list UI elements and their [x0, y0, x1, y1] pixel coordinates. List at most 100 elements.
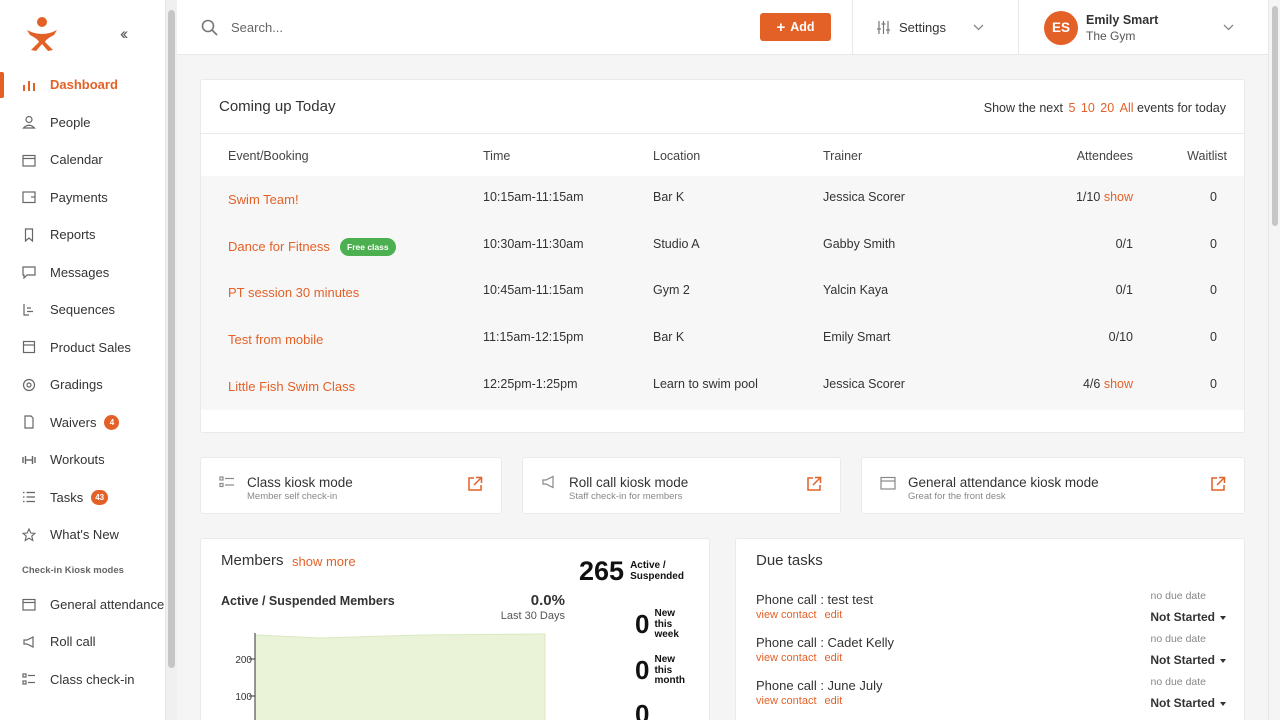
task-status-dropdown[interactable]: Not Started	[1150, 610, 1226, 624]
new-month-label: New this month	[654, 654, 686, 686]
active-count: 265	[579, 556, 625, 586]
column-header[interactable]: Waitlist	[1187, 149, 1227, 163]
column-header[interactable]: Time	[483, 149, 510, 163]
chevron-down-icon[interactable]	[973, 20, 984, 34]
settings-button[interactable]: Settings	[876, 0, 946, 55]
list-icon	[22, 672, 36, 686]
sidebar-item-gradings[interactable]: Gradings	[0, 366, 165, 404]
sidebar-item-reports[interactable]: Reports	[0, 216, 165, 254]
show-more-link[interactable]: show more	[292, 554, 356, 569]
waivers-badge: 4	[104, 414, 120, 430]
page-scrollbar[interactable]	[1268, 0, 1280, 720]
column-header[interactable]: Location	[653, 149, 700, 163]
sidebar-item-label: Payments	[50, 189, 108, 205]
members-change-label: Last 30 Days	[500, 610, 565, 622]
show-10-link[interactable]: 10	[1081, 101, 1095, 115]
show-attendees-link[interactable]: show	[1104, 190, 1133, 204]
show-5-link[interactable]: 5	[1068, 101, 1075, 115]
table-row[interactable]: Dance for Fitness Free class 10:30am-11:…	[201, 223, 1244, 270]
task-status-dropdown[interactable]: Not Started	[1150, 696, 1226, 710]
table-row[interactable]: PT session 30 minutes 10:45am-11:15am Gy…	[201, 269, 1244, 316]
calendar-icon	[22, 153, 36, 167]
avatar: ES	[1044, 10, 1078, 45]
column-header[interactable]: Event/Booking	[228, 149, 309, 163]
event-waitlist: 0	[1210, 376, 1217, 391]
new-week-label: New this week	[654, 608, 679, 640]
show-20-link[interactable]: 20	[1100, 101, 1114, 115]
kiosk-subtitle: Member self check-in	[247, 491, 338, 502]
task-due-date: no due date	[1150, 676, 1206, 688]
column-header[interactable]: Trainer	[823, 149, 862, 163]
active-members-stat: 265 Active / Suspended	[579, 556, 694, 587]
kiosk-section-label: Check-in Kiosk modes	[22, 565, 124, 576]
sidebar-item-dashboard[interactable]: Dashboard	[0, 66, 165, 104]
sidebar-item-payments[interactable]: Payments	[0, 179, 165, 217]
sidebar-item-sequences[interactable]: Sequences	[0, 291, 165, 329]
members-chart-title: Active / Suspended Members	[221, 594, 395, 608]
sidebar-item-messages[interactable]: Messages	[0, 254, 165, 292]
table-row[interactable]: Test from mobile 11:15am-12:15pm Bar K E…	[201, 316, 1244, 363]
table-row[interactable]: Swim Team! 10:15am-11:15am Bar K Jessica…	[201, 176, 1244, 223]
show-next-prefix: Show the next	[983, 101, 1063, 115]
class-kiosk-card[interactable]: Class kiosk mode Member self check-in	[200, 457, 502, 514]
sidebar-item-waivers[interactable]: Waivers 4	[0, 404, 165, 442]
event-link[interactable]: Test from mobile	[228, 332, 323, 347]
chevron-down-icon[interactable]	[1223, 20, 1234, 34]
members-area	[254, 633, 546, 720]
user-org: The Gym	[1086, 28, 1136, 43]
add-button[interactable]: + Add	[760, 13, 831, 41]
bookmark-icon	[22, 228, 36, 242]
user-menu[interactable]: ES Emily Smart The Gym	[1044, 0, 1158, 55]
collapse-sidebar-icon[interactable]: ‹‹	[120, 24, 129, 44]
card-title: Coming up Today	[219, 98, 336, 115]
edit-link[interactable]: edit	[825, 652, 843, 664]
view-contact-link[interactable]: view contact	[756, 695, 817, 707]
general-attendance-kiosk-card[interactable]: General attendance kiosk mode Great for …	[861, 457, 1245, 514]
sidebar-item-workouts[interactable]: Workouts	[0, 441, 165, 479]
event-waitlist: 0	[1210, 190, 1217, 204]
sidebar-item-calendar[interactable]: Calendar	[0, 141, 165, 179]
event-link[interactable]: PT session 30 minutes	[228, 285, 359, 300]
attendees-count: 1/10	[1075, 190, 1101, 204]
event-link[interactable]: Swim Team!	[228, 192, 299, 207]
view-contact-link[interactable]: view contact	[756, 652, 817, 664]
sidebar-item-label: Class check-in	[50, 671, 135, 687]
table-row[interactable]: Little Fish Swim Class 12:25pm-1:25pm Le…	[201, 363, 1244, 410]
page-scrollbar-thumb[interactable]	[1272, 6, 1278, 226]
sidebar-item-tasks[interactable]: Tasks 43	[0, 479, 165, 517]
external-link-icon[interactable]	[1210, 476, 1226, 492]
medal-icon	[22, 378, 36, 392]
edit-link[interactable]: edit	[825, 609, 843, 621]
sidebar-item-people[interactable]: People	[0, 104, 165, 142]
task-status-dropdown[interactable]: Not Started	[1150, 653, 1226, 667]
show-all-link[interactable]: All	[1120, 101, 1134, 115]
external-link-icon[interactable]	[467, 476, 483, 492]
members-card: Members show more Active / Suspended Mem…	[200, 538, 710, 720]
sidebar-item-product-sales[interactable]: Product Sales	[0, 329, 165, 367]
app-logo[interactable]	[24, 16, 60, 52]
sidebar-scrollbar[interactable]	[165, 0, 177, 720]
show-next-suffix: events for today	[1137, 101, 1226, 115]
sidebar-item-class-check-in[interactable]: Class check-in	[0, 661, 165, 699]
column-header[interactable]: Attendees	[1077, 149, 1133, 163]
sidebar-item-label: Gradings	[50, 377, 103, 393]
top-bar: + Add Settings ES Emily Smart The Gym	[177, 0, 1268, 55]
view-contact-link[interactable]: view contact	[756, 609, 817, 621]
sidebar-scrollbar-thumb[interactable]	[168, 10, 175, 668]
members-change-percent: 0.0%	[530, 592, 565, 609]
sidebar-item-whats-new[interactable]: What's New	[0, 516, 165, 554]
search-input[interactable]	[231, 14, 531, 40]
external-link-icon[interactable]	[806, 476, 822, 492]
event-link[interactable]: Dance for Fitness	[228, 239, 330, 254]
new-week-stat: 0 New this week	[635, 608, 684, 641]
sidebar-item-general-attendance[interactable]: General attendance	[0, 586, 165, 624]
show-attendees-link[interactable]: show	[1104, 377, 1133, 391]
event-link[interactable]: Little Fish Swim Class	[228, 379, 355, 394]
sidebar-item-roll-call[interactable]: Roll call	[0, 623, 165, 661]
kiosk-title: Roll call kiosk mode	[569, 475, 689, 490]
edit-link[interactable]: edit	[825, 695, 843, 707]
divider	[852, 0, 853, 55]
kiosk-subtitle: Great for the front desk	[908, 491, 1006, 502]
kiosk-subtitle: Staff check-in for members	[569, 491, 683, 502]
roll-call-kiosk-card[interactable]: Roll call kiosk mode Staff check-in for …	[522, 457, 841, 514]
